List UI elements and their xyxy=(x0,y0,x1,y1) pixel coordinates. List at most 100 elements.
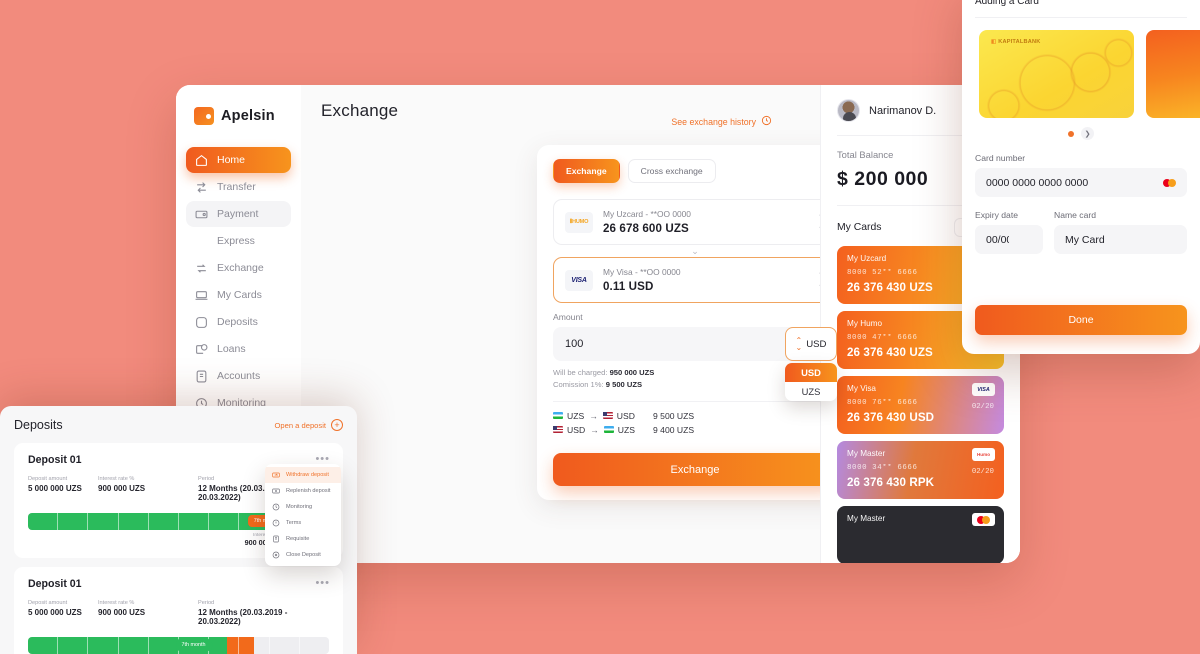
sidebar-item-express[interactable]: Express xyxy=(186,228,291,254)
rates-list: UZS → USD 9 500 UZS USD → UZS 9 400 UZS xyxy=(553,400,837,435)
see-exchange-history-link[interactable]: See exchange history xyxy=(671,115,772,128)
screen-root: Apelsin Home Transfer Payment Express Ex… xyxy=(0,0,1200,654)
rate-value: 9 400 UZS xyxy=(653,424,695,435)
plus-icon: + xyxy=(331,419,343,431)
humo-logo-icon: ⦀HUMO xyxy=(565,211,593,233)
to-card-text: My Visa - **OO 0000 0.11 USD xyxy=(603,267,681,293)
card-design-kapitalbank[interactable]: KAPITALBANK xyxy=(979,30,1134,118)
sidebar-item-payment[interactable]: Payment xyxy=(186,201,291,227)
from-card-text: My Uzcard - **OO 0000 26 678 600 UZS xyxy=(603,209,691,235)
tab-exchange[interactable]: Exchange xyxy=(553,159,620,183)
deposit-rate-value: 900 000 UZS xyxy=(98,484,146,493)
deposit-name: Deposit 01 xyxy=(28,578,82,590)
deposit-more-button[interactable]: ••• xyxy=(315,454,330,464)
history-clock-icon xyxy=(761,115,772,128)
name-card-label: Name card xyxy=(1054,210,1097,220)
currency-option-uzs[interactable]: UZS xyxy=(785,382,837,401)
deposit-amount-field: Deposit amount 5 000 000 UZS xyxy=(28,476,98,502)
swap-direction-icon[interactable]: ⌄ xyxy=(553,245,837,257)
rate-from: USD xyxy=(567,424,586,435)
menu-item-close-deposit[interactable]: Close Deposit xyxy=(265,547,341,563)
commission-label: Comission 1%: xyxy=(553,379,604,389)
adding-card-panel: Adding a Card KAPITALBANK ❯ Card number … xyxy=(962,0,1200,354)
withdraw-icon xyxy=(272,472,280,478)
us-flag-icon xyxy=(602,412,613,420)
expiry-input[interactable] xyxy=(975,225,1043,254)
deposit-period-label: Period xyxy=(198,600,215,606)
exchange-panel: Exchange Cross exchange ⦀HUMO My Uzcard … xyxy=(537,145,853,500)
done-button[interactable]: Done xyxy=(975,305,1187,335)
rate-from: UZS xyxy=(567,410,585,421)
card-design-carousel[interactable]: KAPITALBANK xyxy=(975,30,1200,118)
currency-select-button[interactable]: ⌃ ⌄ USD xyxy=(785,327,837,361)
menu-item-label: Withdraw deposit xyxy=(286,472,329,478)
card-details-row: Expiry date Name card xyxy=(975,197,1187,254)
sidebar-item-exchange[interactable]: Exchange xyxy=(186,255,291,281)
from-card-selector[interactable]: ⦀HUMO My Uzcard - **OO 0000 26 678 600 U… xyxy=(553,199,837,245)
open-deposit-label: Open a deposit xyxy=(274,420,326,430)
sidebar-item-accounts[interactable]: Accounts xyxy=(186,363,291,389)
history-link-label: See exchange history xyxy=(671,116,756,127)
deposit-rate-field: Interest rate % 900 000 UZS xyxy=(98,476,198,502)
sidebar-item-label: Express xyxy=(217,235,255,247)
carousel-pagination: ❯ xyxy=(975,127,1187,140)
mini-card-amount: 26 376 430 RPK xyxy=(847,476,935,489)
tab-cross-exchange[interactable]: Cross exchange xyxy=(627,159,716,183)
deposit-amount-label: Deposit amount xyxy=(28,476,68,482)
visa-badge-icon: VISA xyxy=(972,383,995,396)
currency-option-usd[interactable]: USD xyxy=(785,363,837,382)
main-content: Exchange See exchange history Exchange C… xyxy=(301,85,1020,563)
mastercard-badge-icon xyxy=(972,513,995,526)
mastercard-yellow-dot xyxy=(982,515,990,524)
commission-value: 9 500 UZS xyxy=(605,379,643,389)
mini-card-master[interactable]: My Master Humo 8000 34** 6666 02/20 26 3… xyxy=(837,441,1004,499)
transfer-icon xyxy=(195,181,208,194)
deposit-context-menu: Withdraw deposit Replenish deposit Monit… xyxy=(265,464,341,566)
open-deposit-button[interactable]: Open a deposit + xyxy=(274,419,343,431)
menu-item-requisite[interactable]: Requisite xyxy=(265,531,341,547)
menu-item-monitoring[interactable]: Monitoring xyxy=(265,499,341,515)
rate-pair: USD → UZS xyxy=(553,425,653,435)
mini-card-expiry: 02/20 xyxy=(971,403,994,411)
sidebar-item-label: Transfer xyxy=(217,181,256,193)
deposit-more-button[interactable]: ••• xyxy=(315,578,330,588)
to-card-selector[interactable]: VISA My Visa - **OO 0000 0.11 USD ⌃⌄ xyxy=(553,257,837,303)
chevron-right-icon[interactable]: ❯ xyxy=(1081,127,1094,140)
menu-item-terms[interactable]: Terms xyxy=(265,515,341,531)
kapitalbank-logo: KAPITALBANK xyxy=(991,39,1040,45)
sidebar-item-my-cards[interactable]: My Cards xyxy=(186,282,291,308)
sidebar-item-home[interactable]: Home xyxy=(186,147,291,173)
name-card-input[interactable] xyxy=(1054,225,1187,254)
cards-icon xyxy=(195,289,208,302)
mini-card-master-black[interactable]: My Master xyxy=(837,506,1004,563)
card-design-orange[interactable] xyxy=(1146,30,1200,118)
sidebar-item-transfer[interactable]: Transfer xyxy=(186,174,291,200)
sidebar-item-loans[interactable]: Loans xyxy=(186,336,291,362)
us-flag-icon xyxy=(553,426,563,434)
mini-card-visa[interactable]: My Visa VISA 8000 76** 6666 02/20 26 376… xyxy=(837,376,1004,434)
deposits-icon xyxy=(195,316,208,329)
terms-icon xyxy=(272,519,280,527)
deposits-header: Deposits Open a deposit + xyxy=(14,418,343,432)
sidebar-item-deposits[interactable]: Deposits xyxy=(186,309,291,335)
rate-row: USD → UZS 9 400 UZS xyxy=(553,425,837,435)
charged-label: Will be charged: xyxy=(553,368,608,377)
rate-row: UZS → USD 9 500 UZS xyxy=(553,411,837,421)
carousel-dot-active[interactable] xyxy=(1068,130,1074,137)
card-number-input[interactable] xyxy=(975,168,1187,197)
menu-item-label: Terms xyxy=(286,520,302,526)
loans-icon xyxy=(195,343,208,356)
deposit-progress-bar: 7th month xyxy=(28,637,329,654)
amount-row: ⌃⌄ USD USD UZS xyxy=(553,327,837,401)
currency-dropdown-menu: USD UZS xyxy=(785,363,837,401)
requisite-icon xyxy=(273,535,279,543)
rate-to: USD xyxy=(616,410,635,421)
monitoring-icon xyxy=(272,503,280,511)
apelsin-logo-icon xyxy=(194,107,214,125)
exchange-icon xyxy=(195,262,208,275)
menu-item-replenish-deposit[interactable]: Replenish deposit xyxy=(265,483,341,499)
exchange-submit-button[interactable]: Exchange xyxy=(553,453,837,486)
menu-item-withdraw-deposit[interactable]: Withdraw deposit xyxy=(265,467,341,483)
deposit-amount-value: 5 000 000 UZS xyxy=(28,608,82,617)
accounts-icon xyxy=(195,370,208,383)
